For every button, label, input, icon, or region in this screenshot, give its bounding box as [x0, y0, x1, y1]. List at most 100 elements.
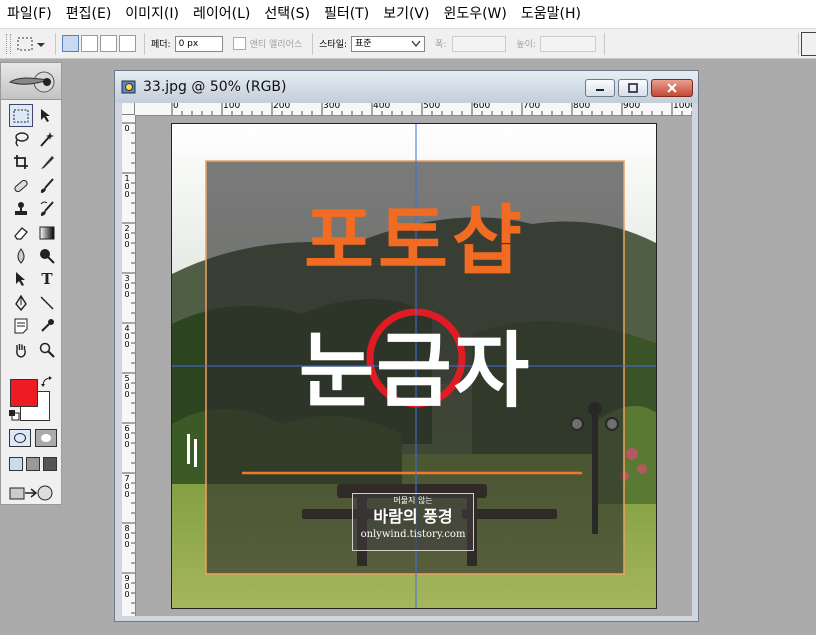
image-canvas[interactable]: 포토샵 눈금자 머물지 않는 바람의 풍경 onlywind.tistory.c…	[171, 123, 657, 609]
add-selection-icon[interactable]	[81, 35, 98, 52]
type-icon[interactable]: T	[35, 268, 59, 291]
feather-label: 페더:	[151, 40, 171, 50]
width-label: 폭:	[435, 40, 447, 50]
default-colors-icon[interactable]	[8, 409, 20, 421]
menu-help[interactable]: 도움말(H)	[514, 0, 588, 28]
close-button[interactable]	[651, 79, 693, 97]
minimize-icon	[596, 89, 604, 91]
height-input[interactable]	[539, 35, 596, 52]
menu-image[interactable]: 이미지(I)	[118, 0, 186, 28]
notes-icon[interactable]	[9, 315, 33, 338]
style-value: 표준	[355, 38, 372, 49]
vruler-label-600: 600	[124, 424, 130, 449]
close-icon	[667, 83, 677, 93]
screen-mode-full-icon[interactable]	[43, 457, 57, 472]
marquee-preset-icon[interactable]	[15, 34, 49, 54]
screen-mode-buttons	[1, 457, 61, 472]
zoom-icon[interactable]	[35, 338, 59, 361]
intersect-selection-icon[interactable]	[119, 35, 136, 52]
toolbox: T	[0, 62, 62, 505]
move-icon[interactable]	[35, 104, 59, 127]
subheadline-right: 자	[453, 324, 532, 419]
vruler-label-700: 700	[124, 474, 130, 499]
foreground-color-swatch[interactable]	[10, 379, 38, 408]
document-titlebar[interactable]: 33.jpg @ 50% (RGB)	[115, 71, 698, 103]
ruler-label-1000: 1000	[673, 103, 692, 111]
crop-icon[interactable]	[9, 151, 33, 174]
menu-filter[interactable]: 필터(T)	[317, 0, 376, 28]
ruler-origin[interactable]	[122, 103, 135, 115]
hand-icon[interactable]	[9, 338, 33, 361]
jump-to-imageready-icon[interactable]	[1, 483, 61, 506]
eyedropper-icon[interactable]	[35, 315, 59, 338]
magic-wand-icon[interactable]	[35, 127, 59, 150]
blur-icon[interactable]	[9, 244, 33, 267]
gradient-icon[interactable]	[35, 221, 59, 244]
menu-file[interactable]: 파일(F)	[0, 0, 59, 28]
options-separator	[55, 32, 56, 55]
vruler-label-200: 200	[124, 224, 130, 249]
ruler-label-800: 800	[573, 103, 591, 111]
width-input[interactable]	[452, 35, 507, 52]
tool-grid: T	[1, 100, 61, 361]
history-brush-icon[interactable]	[35, 198, 59, 221]
toolbox-logo[interactable]	[1, 63, 61, 100]
healing-brush-icon[interactable]	[9, 174, 33, 197]
antialias-label: 앤티 앨리어스	[249, 40, 303, 50]
screen-mode-full-menu-icon[interactable]	[26, 457, 40, 472]
menu-edit[interactable]: 편집(E)	[59, 0, 119, 28]
badge-url-text: onlywind.tistory.com	[360, 529, 466, 540]
menu-view[interactable]: 보기(V)	[376, 0, 436, 28]
brush-icon[interactable]	[35, 174, 59, 197]
style-label: 스타일:	[319, 40, 348, 50]
blog-badge: 머물지 않는 바람의 풍경 onlywind.tistory.com	[352, 493, 474, 551]
subtract-selection-icon[interactable]	[100, 35, 117, 52]
menu-select[interactable]: 선택(S)	[257, 0, 317, 28]
mask-mode-buttons	[1, 429, 61, 448]
options-separator	[312, 32, 314, 55]
vruler-label-800: 800	[124, 524, 130, 549]
document-area[interactable]: 0 100 200 300 400 500 600 700 800 900 10…	[122, 103, 692, 616]
style-select[interactable]: 표준	[351, 35, 426, 52]
color-swatches	[1, 369, 61, 425]
menu-window[interactable]: 윈도우(W)	[436, 0, 513, 28]
screen-mode-standard-icon[interactable]	[9, 457, 23, 472]
eraser-icon[interactable]	[9, 221, 33, 244]
menu-layer[interactable]: 레이어(L)	[186, 0, 257, 28]
headline-text: 포토샵	[304, 196, 526, 285]
subheadline-text: 눈금자	[172, 324, 656, 420]
slice-icon[interactable]	[35, 151, 59, 174]
stamp-icon[interactable]	[9, 198, 33, 221]
pen-icon[interactable]	[9, 291, 33, 314]
ruler-label-200: 200	[273, 103, 291, 111]
swap-colors-icon[interactable]	[41, 376, 53, 388]
maximize-button[interactable]	[618, 79, 648, 97]
ruler-label-900: 900	[623, 103, 641, 111]
options-separator	[144, 32, 145, 55]
badge-title-text: 바람의 풍경	[373, 507, 453, 526]
vruler-label-900: 900	[124, 574, 130, 599]
antialias-checkbox[interactable]	[232, 37, 246, 50]
vertical-ruler[interactable]: 0 100 200 300 400 500 600 700 800 900	[122, 115, 136, 616]
lasso-icon[interactable]	[9, 127, 33, 150]
path-select-icon[interactable]	[9, 268, 33, 291]
dodge-icon[interactable]	[35, 244, 59, 267]
options-grip[interactable]	[6, 33, 11, 54]
ruler-label-300: 300	[323, 103, 341, 111]
ruler-label-500: 500	[423, 103, 441, 111]
marquee-icon[interactable]	[9, 104, 33, 128]
line-icon[interactable]	[35, 291, 59, 314]
new-selection-icon[interactable]	[62, 35, 79, 52]
palette-well[interactable]	[801, 31, 816, 56]
options-bar: 페더: 0 px 앤티 앨리어스 스타일: 표준 폭: 높이:	[0, 28, 816, 59]
ruler-label-700: 700	[523, 103, 541, 111]
feather-input[interactable]: 0 px	[174, 35, 223, 52]
subheadline-left: 눈	[298, 324, 377, 419]
standard-mode-icon[interactable]	[9, 429, 31, 448]
quickmask-mode-icon[interactable]	[35, 429, 57, 448]
document-window: 33.jpg @ 50% (RGB) 0 100 200 300 400 500…	[114, 70, 699, 622]
minimize-button[interactable]	[585, 79, 615, 97]
horizontal-ruler[interactable]: 0 100 200 300 400 500 600 700 800 900 10…	[122, 103, 692, 116]
feather-logo-icon	[8, 71, 55, 93]
subheadline-mid: 금	[376, 324, 454, 419]
